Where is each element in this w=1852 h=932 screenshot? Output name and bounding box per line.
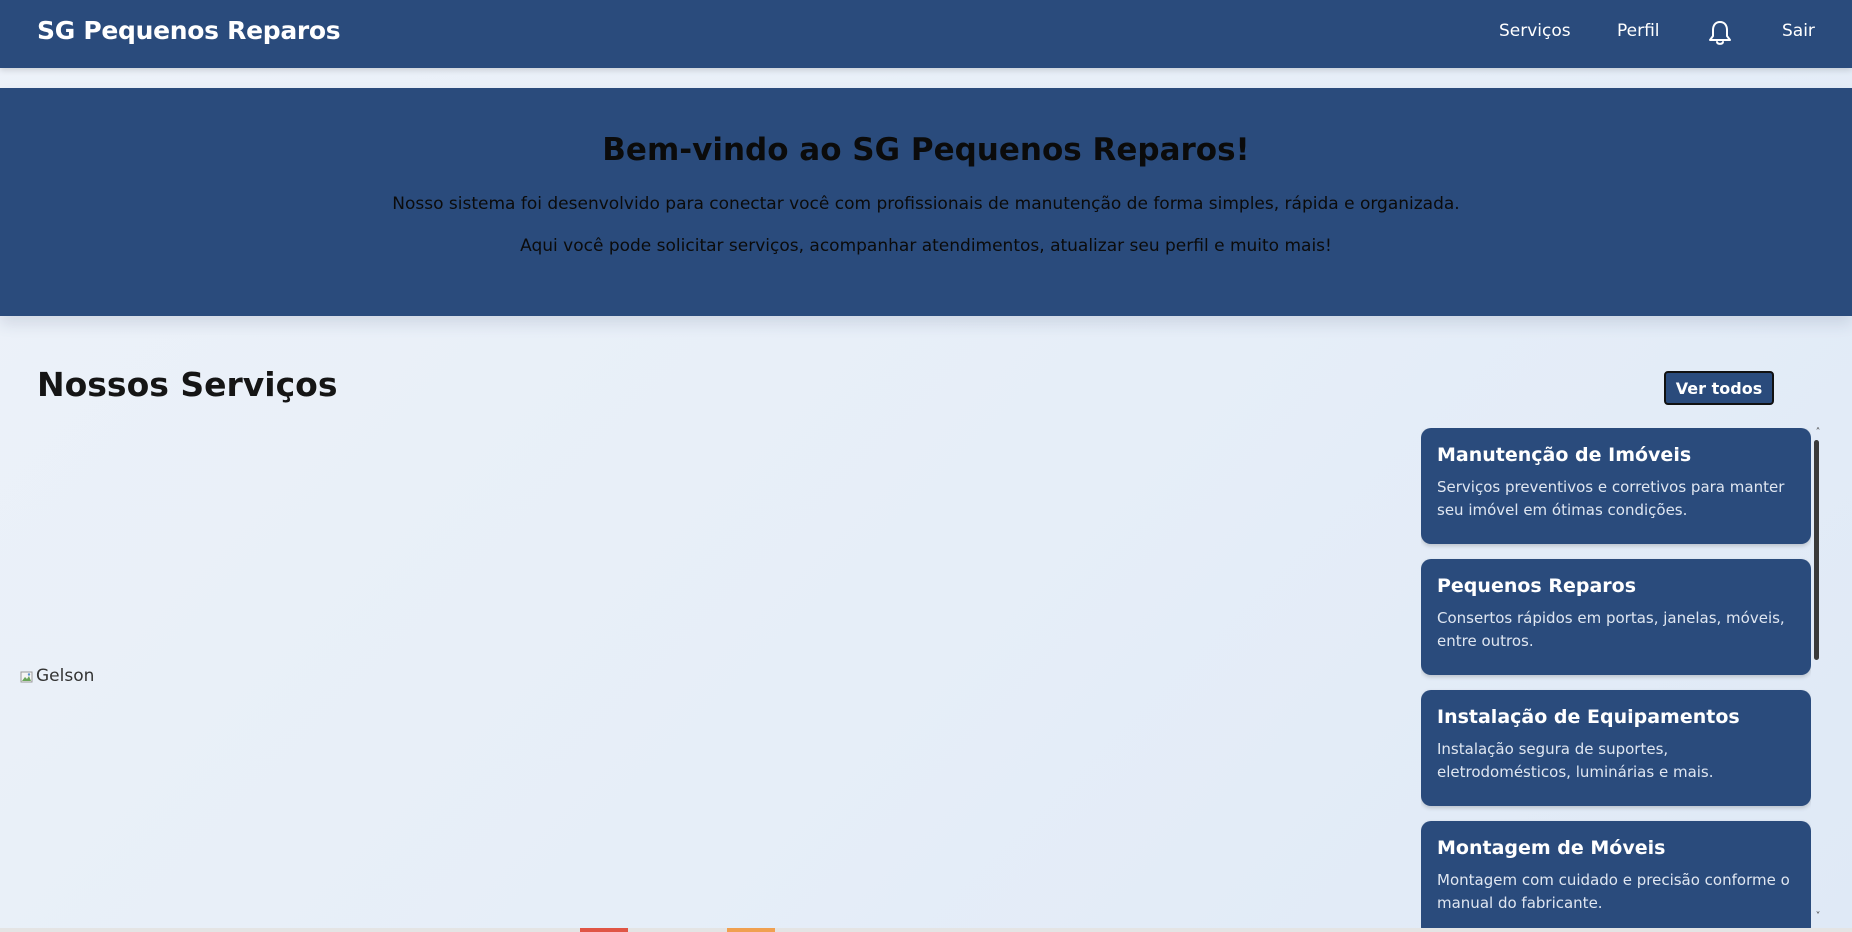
services-section-title: Nossos Serviços [37, 365, 338, 404]
service-card-description: Consertos rápidos em portas, janelas, mó… [1437, 609, 1785, 650]
nav-link-perfil[interactable]: Perfil [1617, 21, 1660, 41]
service-card-title: Instalação de Equipamentos [1437, 706, 1740, 728]
view-all-button[interactable]: Ver todos [1664, 371, 1774, 405]
service-card[interactable]: Montagem de Móveis Montagem com cuidado … [1421, 821, 1811, 932]
service-card-title: Manutenção de Imóveis [1437, 444, 1692, 466]
scrollbar-thumb[interactable] [1814, 440, 1819, 660]
hero-title: Bem-vindo ao SG Pequenos Reparos! [602, 132, 1250, 168]
top-navbar: SG Pequenos Reparos Serviços Perfil Sair [0, 0, 1852, 68]
services-scrollbar[interactable]: ˄ ˅ [1812, 428, 1824, 932]
service-card-title: Pequenos Reparos [1437, 575, 1636, 597]
service-card[interactable]: Pequenos Reparos Consertos rápidos em po… [1421, 559, 1811, 675]
bell-icon[interactable] [1707, 19, 1733, 47]
scroll-down-arrow-icon[interactable]: ˅ [1812, 912, 1824, 922]
bottom-strip-orange-segment [727, 928, 775, 932]
service-card-description: Instalação segura de suportes, eletrodom… [1437, 740, 1714, 781]
nav-link-servicos[interactable]: Serviços [1499, 21, 1571, 41]
welcome-hero: Bem-vindo ao SG Pequenos Reparos! Nosso … [0, 88, 1852, 316]
brand-logo-text[interactable]: SG Pequenos Reparos [37, 16, 341, 45]
hero-description-2: Aqui você pode solicitar serviços, acomp… [520, 236, 1332, 256]
broken-image-icon [20, 669, 34, 683]
service-card-title: Montagem de Móveis [1437, 837, 1666, 859]
image-alt-text: Gelson [36, 666, 95, 686]
service-card[interactable]: Instalação de Equipamentos Instalação se… [1421, 690, 1811, 806]
service-card-description: Serviços preventivos e corretivos para m… [1437, 478, 1785, 519]
hero-description-1: Nosso sistema foi desenvolvido para cone… [392, 194, 1460, 214]
service-card[interactable]: Manutenção de Imóveis Serviços preventiv… [1421, 428, 1811, 544]
service-card-description: Montagem com cuidado e precisão conforme… [1437, 871, 1790, 912]
profile-image-broken: Gelson [20, 666, 94, 686]
bottom-strip [0, 928, 1852, 932]
services-list[interactable]: Manutenção de Imóveis Serviços preventiv… [1421, 428, 1811, 932]
logout-link[interactable]: Sair [1782, 21, 1815, 41]
scroll-up-arrow-icon[interactable]: ˄ [1812, 428, 1824, 438]
bottom-strip-red-segment [580, 928, 628, 932]
